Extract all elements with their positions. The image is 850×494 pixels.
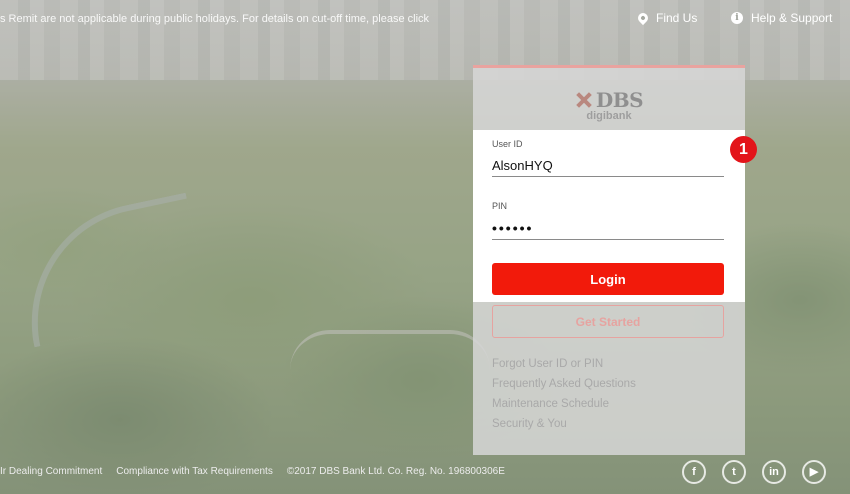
pin-input[interactable] <box>492 214 724 240</box>
location-pin-icon <box>635 10 651 26</box>
find-us-link[interactable]: Find Us <box>635 10 698 26</box>
login-panel: DBS digibank User ID PIN Login Get Start… <box>473 65 745 455</box>
logo-brand: DBS <box>595 88 644 112</box>
linkedin-icon[interactable]: in <box>762 460 786 484</box>
twitter-icon[interactable]: t <box>722 460 746 484</box>
social-links: f t in ▶ <box>682 460 850 484</box>
pin-field: PIN <box>492 196 724 240</box>
maintenance-schedule-link[interactable]: Maintenance Schedule <box>492 398 636 418</box>
footer-dealing-commitment-link[interactable]: Ir Dealing Commitment <box>0 466 102 477</box>
login-button[interactable]: Login <box>492 263 724 295</box>
footer-copyright: ©2017 DBS Bank Ltd. Co. Reg. No. 1968003… <box>286 466 505 477</box>
login-form: User ID PIN Login <box>473 130 745 302</box>
help-links: Forgot User ID or PIN Frequently Asked Q… <box>492 358 636 438</box>
youtube-icon[interactable]: ▶ <box>802 460 826 484</box>
forgot-credentials-link[interactable]: Forgot User ID or PIN <box>492 358 636 378</box>
security-link[interactable]: Security & You <box>492 418 636 438</box>
holiday-notice[interactable]: s Remit are not applicable during public… <box>0 13 429 25</box>
footer-tax-compliance-link[interactable]: Compliance with Tax Requirements <box>116 466 273 477</box>
help-support-label: Help & Support <box>751 11 833 25</box>
info-icon: i <box>731 12 743 24</box>
user-id-field: User ID <box>492 134 724 177</box>
dbs-logo: DBS digibank <box>473 88 745 122</box>
help-support-link[interactable]: i Help & Support <box>731 11 832 25</box>
faq-link[interactable]: Frequently Asked Questions <box>492 378 636 398</box>
find-us-label: Find Us <box>656 11 698 25</box>
get-started-button[interactable]: Get Started <box>492 305 724 338</box>
dbs-logo-mark-icon <box>575 91 593 109</box>
logo-subtitle: digibank <box>586 110 632 122</box>
top-bar: s Remit are not applicable during public… <box>0 0 850 36</box>
footer: Ir Dealing Commitment Compliance with Ta… <box>0 466 505 477</box>
user-id-label: User ID <box>492 139 523 149</box>
facebook-icon[interactable]: f <box>682 460 706 484</box>
step-number-badge: 1 <box>730 136 757 163</box>
user-id-input[interactable] <box>492 152 724 177</box>
pin-label: PIN <box>492 201 508 211</box>
